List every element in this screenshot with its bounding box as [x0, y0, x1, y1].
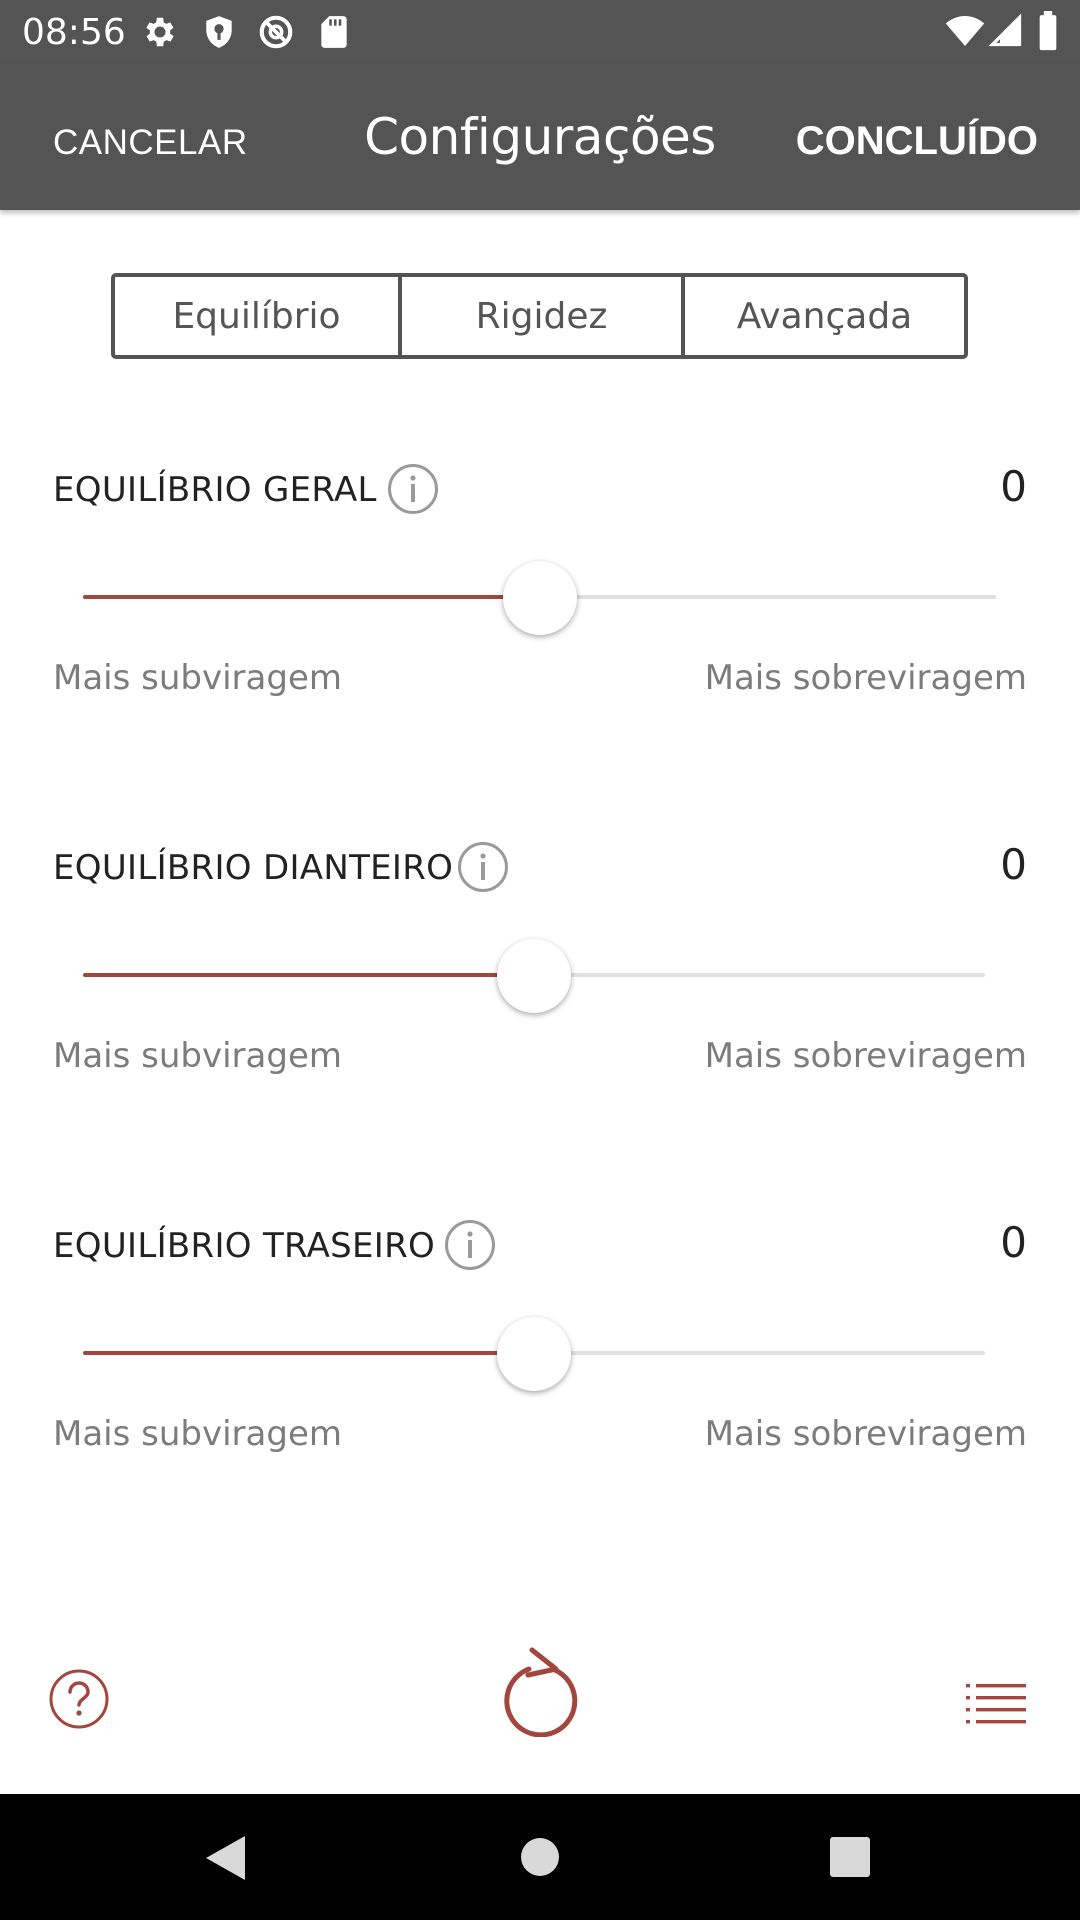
min-label: Mais subviragem: [53, 658, 342, 698]
back-triangle-icon[interactable]: [203, 1834, 247, 1882]
slider[interactable]: [83, 561, 996, 635]
setting-label: EQUILÍBRIO TRASEIRO: [53, 1226, 436, 1266]
slider-fill: [83, 973, 534, 977]
setting-equilibrio-dianteiro: EQUILÍBRIO DIANTEIRO 0 Mais subviragem M…: [0, 840, 1080, 1148]
max-label: Mais sobreviragem: [704, 1414, 1027, 1454]
refresh-icon[interactable]: [500, 1645, 584, 1737]
setting-label: EQUILÍBRIO GERAL: [53, 470, 377, 510]
info-icon[interactable]: [444, 1219, 496, 1271]
settings-gear-icon: [146, 17, 174, 47]
slider-thumb[interactable]: [497, 1317, 571, 1391]
slider[interactable]: [83, 939, 985, 1013]
status-bar: 08:56: [0, 0, 1080, 63]
max-label: Mais sobreviragem: [704, 1036, 1027, 1076]
min-label: Mais subviragem: [53, 1036, 342, 1076]
slider-fill: [83, 595, 540, 599]
recents-square-icon[interactable]: [830, 1837, 870, 1877]
setting-value: 0: [1000, 1218, 1027, 1267]
info-icon[interactable]: [387, 463, 439, 515]
sd-card-icon: [321, 16, 347, 48]
max-label: Mais sobreviragem: [704, 658, 1027, 698]
cell-signal-icon: [988, 13, 1022, 47]
slider-thumb[interactable]: [497, 939, 571, 1013]
done-button[interactable]: CONCLUÍDO: [796, 119, 1038, 164]
setting-equilibrio-geral: EQUILÍBRIO GERAL 0 Mais subviragem Mais …: [0, 462, 1080, 770]
shield-icon: [206, 16, 232, 48]
help-circle-icon[interactable]: [48, 1668, 110, 1730]
status-time: 08:56: [22, 12, 126, 53]
tab-avancada[interactable]: Avançada: [685, 277, 964, 355]
tab-rigidez[interactable]: Rigidez: [402, 277, 685, 355]
slider-thumb[interactable]: [502, 561, 577, 635]
app-bar: CANCELAR Configurações CONCLUÍDO: [0, 63, 1080, 210]
battery-icon: [1039, 11, 1057, 51]
slider[interactable]: [83, 1317, 985, 1391]
setting-equilibrio-traseiro: EQUILÍBRIO TRASEIRO 0 Mais subviragem Ma…: [0, 1218, 1080, 1526]
info-icon[interactable]: [457, 841, 509, 893]
min-label: Mais subviragem: [53, 1414, 342, 1454]
setting-value: 0: [1000, 462, 1027, 511]
setting-label: EQUILÍBRIO DIANTEIRO: [53, 848, 454, 888]
tab-equilibrio[interactable]: Equilíbrio: [115, 277, 402, 355]
wifi-icon: [945, 16, 985, 46]
data-saver-icon: [259, 15, 293, 49]
navigation-bar: [0, 1794, 1080, 1920]
setting-value: 0: [1000, 840, 1027, 889]
home-circle-icon[interactable]: [520, 1837, 560, 1877]
slider-fill: [83, 1351, 534, 1355]
list-icon[interactable]: [966, 1683, 1026, 1725]
tab-bar: Equilíbrio Rigidez Avançada: [111, 273, 968, 359]
